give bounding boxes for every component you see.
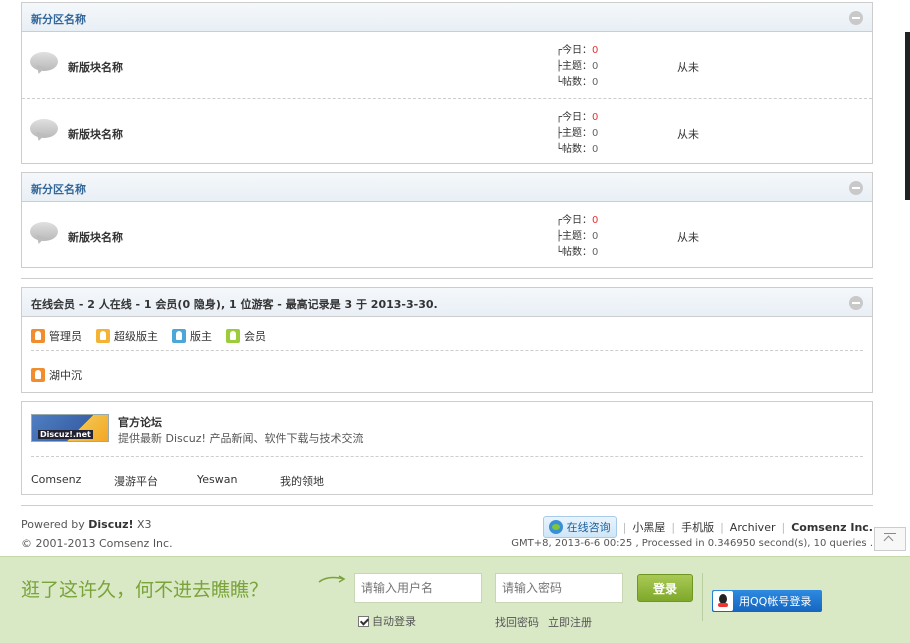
collapse-icon[interactable] [849,11,863,25]
friendlink-box: Discuz!.net 官方论坛 提供最新 Discuz! 产品新闻、软件下载与… [21,401,873,495]
forum-stats: ┌今日：0 ├主题：0 └帖数：0 [556,112,599,155]
forum-name[interactable]: 新版块名称 [68,229,123,245]
friendlink-item[interactable]: Yeswan [197,473,280,489]
collapse-icon[interactable] [849,296,863,310]
online-username[interactable]: 湖中沉 [49,367,82,383]
side-strip [905,32,910,200]
friendlink-list: Comsenz 漫游平台 Yeswan 我的领地 [31,473,363,489]
category-title[interactable]: 新分区名称 [31,11,86,27]
qq-login-button[interactable]: 用QQ帐号登录 [712,590,822,612]
member-user-icon [226,329,240,343]
last-post: 从未 [677,128,699,141]
legend-divider [31,350,863,351]
forum-name[interactable]: 新版块名称 [68,59,123,75]
forum-row: 新版块名称 ┌今日：0 ├主题：0 └帖数：0 从未 [22,202,872,268]
today-count: 0 [592,112,599,123]
category-header: 新分区名称 [22,173,872,202]
online-consult-button[interactable]: 在线咨询 [542,516,617,538]
collapse-icon[interactable] [849,181,863,195]
qq-penguin-icon [713,591,733,611]
footer-link-archiver[interactable]: Archiver [730,521,776,534]
copyright: © 2001-2013 Comsenz Inc. [21,537,173,550]
category-box-1: 新分区名称 新版块名称 ┌今日：0 ├主题：0 └帖数：0 从未 新版块名称 ┌… [21,2,873,164]
login-bar: 逛了这许久，何不进去瞧瞧？ 登录 自动登录 找回密码 立即注册 用QQ帐号登录 [0,556,910,643]
footer-links: 在线咨询 | 小黑屋 | 手机版 | Archiver | Comsenz In… [542,516,873,538]
member-legend: 管理员 超级版主 版主 会员 [31,328,280,344]
category-header: 新分区名称 [22,3,872,32]
powered-by: Powered by Discuz! X3 [21,518,152,531]
friendlink-item[interactable]: 我的领地 [280,473,363,489]
posts-count: 0 [592,144,599,155]
friendlink-divider [31,456,863,457]
debug-info: GMT+8, 2013-6-6 00:25 , Processed in 0.3… [511,538,873,549]
friendlink-item[interactable]: 漫游平台 [114,473,197,489]
admin-user-icon [31,329,45,343]
threads-count: 0 [592,231,599,242]
forum-stats: ┌今日：0 ├主题：0 └帖数：0 [556,45,599,88]
discuz-link[interactable]: Discuz! [88,518,133,531]
threads-count: 0 [592,128,599,139]
login-slogan: 逛了这许久，何不进去瞧瞧？ [21,579,269,601]
arrow-icon [318,575,346,583]
online-user[interactable]: 湖中沉 [31,367,82,383]
online-box: 在线会员 - 2 人在线 - 1 会员(0 隐身), 1 位游客 - 最高记录是… [21,287,873,393]
footer-link-mobile[interactable]: 手机版 [681,519,714,535]
super-moderator-user-icon [96,329,110,343]
register-link[interactable]: 立即注册 [548,614,592,630]
forum-row: 新版块名称 ┌今日：0 ├主题：0 └帖数：0 从未 [22,32,872,98]
legend-admin: 管理员 [31,328,82,344]
category-box-2: 新分区名称 新版块名称 ┌今日：0 ├主题：0 └帖数：0 从未 [21,172,873,268]
posts-count: 0 [592,77,599,88]
auto-login[interactable]: 自动登录 [358,613,416,629]
password-input[interactable] [495,573,623,603]
divider [21,278,873,279]
moderator-user-icon [172,329,186,343]
forum-row: 新版块名称 ┌今日：0 ├主题：0 └帖数：0 从未 [22,98,872,164]
forgot-password-link[interactable]: 找回密码 [495,614,539,630]
last-post: 从未 [677,61,699,74]
forum-stats: ┌今日：0 ├主题：0 └帖数：0 [556,215,599,258]
forum-bubble-icon[interactable] [30,119,58,143]
globe-icon [548,520,563,534]
today-count: 0 [592,215,599,226]
footer-link-blackroom[interactable]: 小黑屋 [632,519,665,535]
posts-count: 0 [592,247,599,258]
username-input[interactable] [354,573,482,603]
threads-count: 0 [592,61,599,72]
admin-user-icon [31,368,45,382]
today-count: 0 [592,45,599,56]
last-post: 从未 [677,231,699,244]
footer-link-company[interactable]: Comsenz Inc. [791,521,873,534]
legend-member: 会员 [226,328,266,344]
online-title[interactable]: 在线会员 - 2 人在线 - 1 会员(0 隐身), 1 位游客 - 最高记录是… [31,296,438,312]
auto-login-checkbox[interactable] [358,615,369,627]
friendlink-item[interactable]: Comsenz [31,473,114,489]
category-title[interactable]: 新分区名称 [31,181,86,197]
legend-mod: 版主 [172,328,212,344]
back-to-top-button[interactable] [874,527,906,551]
forum-name[interactable]: 新版块名称 [68,126,123,142]
discuz-logo[interactable]: Discuz!.net [31,414,109,442]
friendlink-desc: 提供最新 Discuz! 产品新闻、软件下载与技术交流 [118,432,364,445]
forum-bubble-icon[interactable] [30,52,58,76]
online-header: 在线会员 - 2 人在线 - 1 会员(0 隐身), 1 位游客 - 最高记录是… [22,288,872,317]
divider [21,505,873,506]
forum-bubble-icon[interactable] [30,222,58,246]
vertical-divider [702,573,703,621]
friendlink-title[interactable]: 官方论坛 [118,414,162,430]
login-button[interactable]: 登录 [637,574,693,602]
legend-super-mod: 超级版主 [96,328,158,344]
